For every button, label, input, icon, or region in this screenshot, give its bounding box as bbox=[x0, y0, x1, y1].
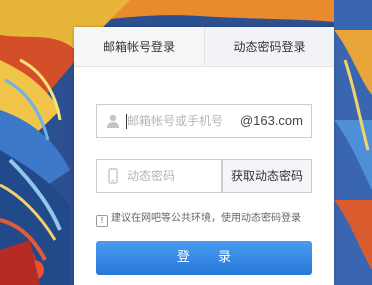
phone-icon bbox=[108, 168, 118, 184]
login-tabs: 邮箱帐号登录 动态密码登录 bbox=[74, 27, 334, 67]
security-notice-text: 建议在网吧等公共环境，使用动态密码登录 bbox=[111, 213, 301, 224]
user-icon bbox=[107, 114, 119, 128]
warning-icon: ! bbox=[96, 215, 108, 227]
dynamic-code-input[interactable] bbox=[125, 160, 217, 192]
tab-mail-account-login[interactable]: 邮箱帐号登录 bbox=[74, 27, 204, 67]
login-page: 邮箱帐号登录 动态密码登录 @163.com 获取动态密码 !建议在网吧等公共环… bbox=[0, 0, 372, 285]
domain-suffix: @163.com bbox=[239, 113, 303, 128]
login-button[interactable]: 登 录 bbox=[96, 241, 312, 275]
account-input[interactable] bbox=[125, 105, 235, 137]
get-dynamic-code-button[interactable]: 获取动态密码 bbox=[222, 159, 312, 193]
tab-dynamic-password-login[interactable]: 动态密码登录 bbox=[204, 27, 334, 67]
login-panel: 邮箱帐号登录 动态密码登录 @163.com 获取动态密码 !建议在网吧等公共环… bbox=[74, 27, 334, 285]
account-field[interactable]: @163.com bbox=[96, 104, 312, 138]
dynamic-code-field[interactable] bbox=[96, 159, 222, 193]
text-cursor bbox=[126, 114, 127, 129]
security-notice: ! 建议在网吧等公共环境，使用动态密码登录 bbox=[96, 212, 301, 227]
